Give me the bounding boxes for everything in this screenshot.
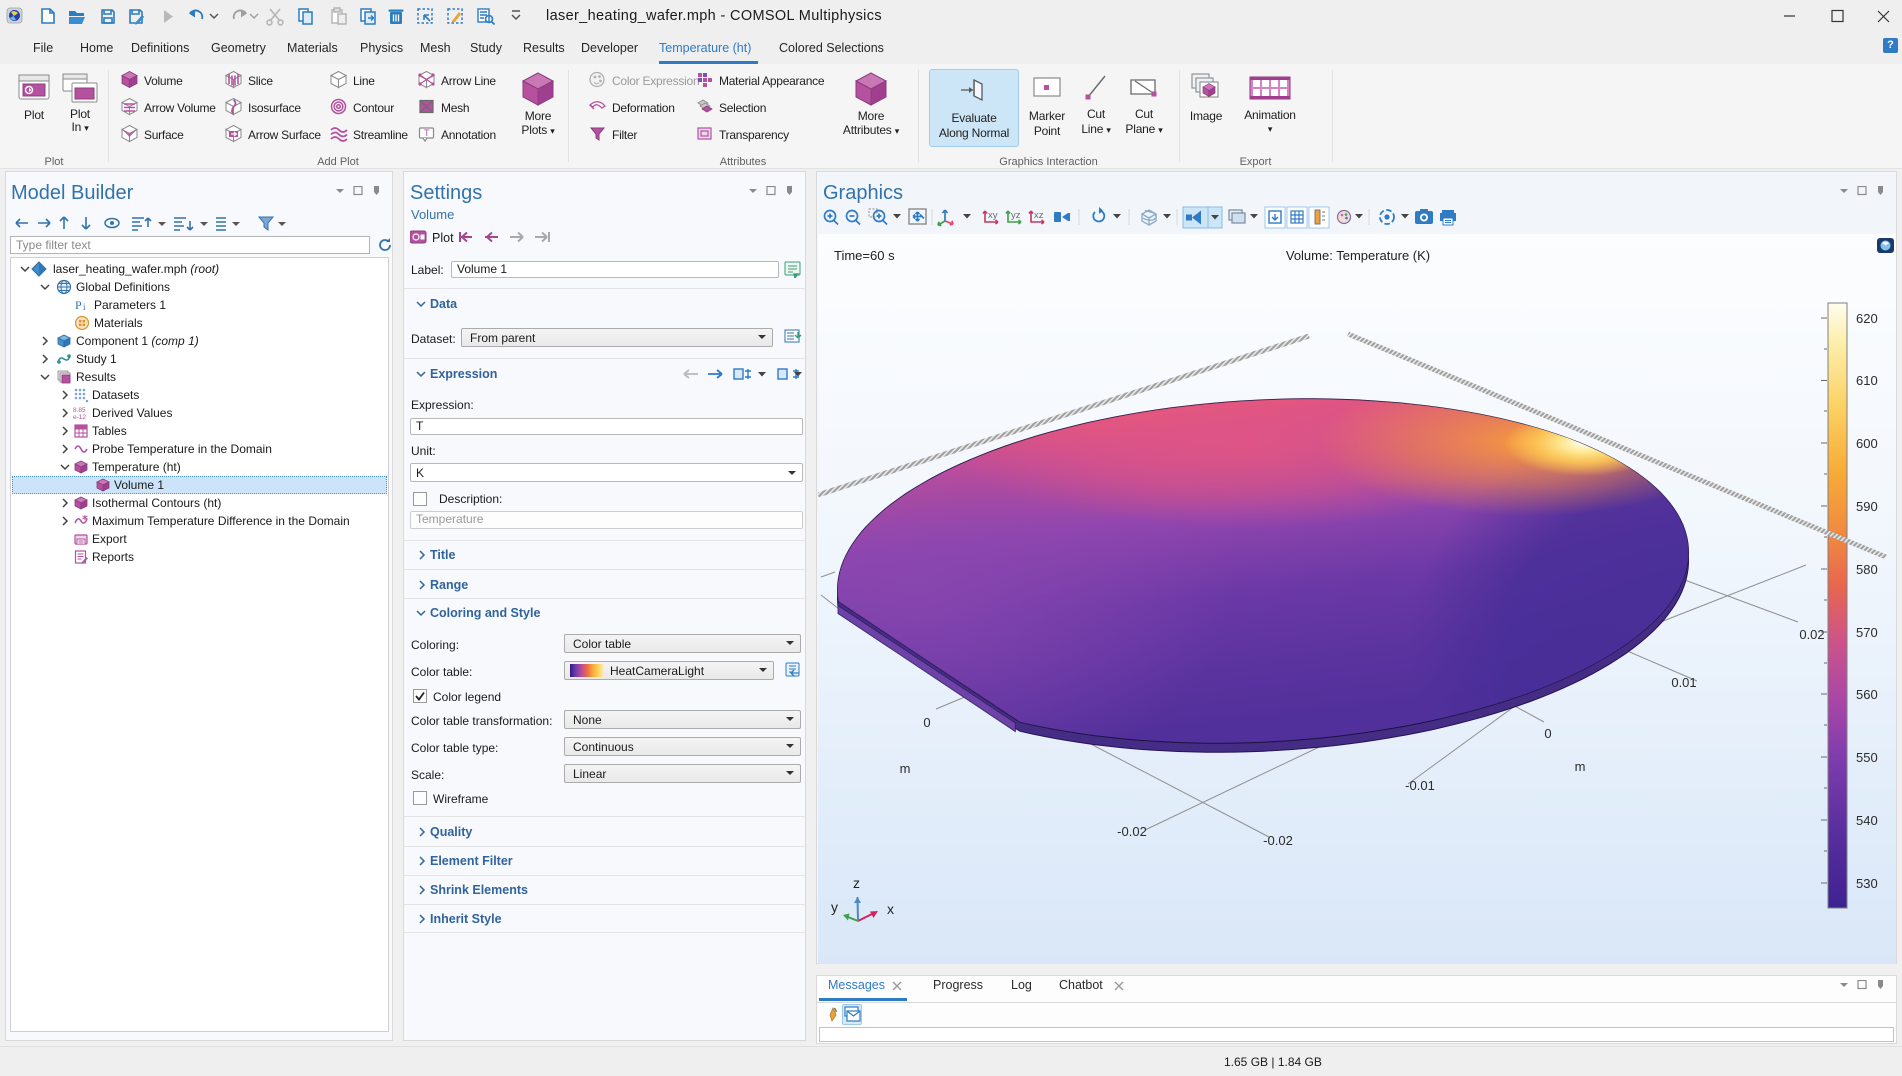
svg-text:0.01: 0.01 (1671, 675, 1696, 690)
svg-text:0: 0 (923, 715, 930, 730)
svg-text:yz: yz (1011, 210, 1021, 221)
svg-text:540: 540 (1856, 813, 1878, 828)
svg-text:610: 610 (1856, 373, 1878, 388)
svg-text:530: 530 (1856, 876, 1878, 891)
svg-text:T: T (424, 128, 430, 138)
svg-text:0.02: 0.02 (1799, 627, 1824, 642)
svg-text:m: m (1575, 759, 1586, 774)
svg-text:i: i (83, 302, 86, 312)
svg-text:590: 590 (1856, 499, 1878, 514)
svg-text:580: 580 (1856, 562, 1878, 577)
svg-text:Plot: Plot (432, 231, 454, 245)
svg-text:-0.02: -0.02 (1263, 833, 1293, 848)
svg-text:600: 600 (1856, 436, 1878, 451)
svg-text:550: 550 (1856, 750, 1878, 765)
svg-text:xy: xy (988, 210, 998, 221)
svg-text:m: m (900, 761, 911, 776)
svg-text:620: 620 (1856, 311, 1878, 326)
svg-text:570: 570 (1856, 625, 1878, 640)
svg-text:x: x (887, 901, 894, 917)
svg-text:e-12: e-12 (73, 414, 86, 421)
svg-text:y: y (831, 899, 838, 915)
svg-text:-0.02: -0.02 (1117, 824, 1147, 839)
svg-text:0: 0 (1544, 726, 1551, 741)
svg-text:8.85: 8.85 (73, 407, 86, 414)
svg-text:xz: xz (1034, 210, 1044, 221)
svg-text:z: z (853, 875, 860, 891)
svg-text:P: P (75, 298, 82, 312)
svg-text:560: 560 (1856, 687, 1878, 702)
svg-text:-0.01: -0.01 (1405, 778, 1435, 793)
